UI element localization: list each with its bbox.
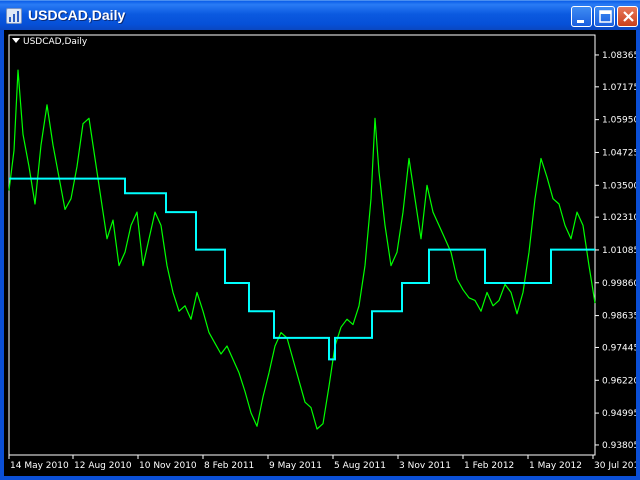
x-tick-label: 10 Nov 2010 [139,461,197,471]
x-tick-label: 12 Aug 2010 [74,461,132,471]
price-series-line [8,69,596,430]
y-tick-label: 0.97445 [602,343,636,353]
x-tick-label: 30 Jul 2012 [594,461,636,471]
y-tick-label: 1.01085 [602,246,636,256]
window-title: USDCAD,Daily [28,7,126,23]
y-tick-label: 1.04725 [602,148,636,158]
x-tick-label: 9 May 2011 [269,461,322,471]
x-tick-label: 3 Nov 2011 [399,461,451,471]
window-frame-right[interactable] [636,30,640,480]
minimize-icon [577,20,584,23]
chart-app-icon[interactable] [6,8,22,24]
x-tick-label: 14 May 2010 [10,461,69,471]
x-tick-label: 1 Feb 2012 [464,461,514,471]
close-button[interactable] [617,6,638,27]
chart-symbol-label[interactable]: USDCAD,Daily [12,37,87,47]
dropdown-triangle-icon [12,38,20,43]
y-tick-label: 1.02310 [602,213,636,223]
y-tick-label: 0.96220 [602,376,636,386]
price-chart[interactable]: 1.08365 1.07175 1.05950 1.04725 1.03500 1.023… [4,30,636,476]
y-tick-label: 0.98635 [602,312,636,322]
y-tick-label: 1.05950 [602,116,636,126]
close-icon [623,11,634,22]
x-tick-label: 8 Feb 2011 [204,461,254,471]
minimize-button[interactable] [571,6,592,27]
y-tick-label: 1.08365 [602,51,636,61]
y-tick-label: 0.93805 [602,441,636,451]
x-tick-label: 1 May 2012 [529,461,582,471]
step-series-line [9,177,595,361]
chart-symbol-text: USDCAD,Daily [23,37,88,47]
y-tick-label: 0.94995 [602,409,636,419]
title-bar[interactable]: USDCAD,Daily [0,0,640,30]
chart-area[interactable]: 1.08365 1.07175 1.05950 1.04725 1.03500 1.023… [4,30,636,476]
y-tick-label: 1.07175 [602,83,636,93]
maximize-button[interactable] [594,6,615,27]
y-tick-label: 0.99860 [602,279,636,289]
y-tick-label: 1.03500 [602,181,636,191]
window-frame-bottom[interactable] [0,476,640,480]
maximize-icon [599,10,612,23]
x-tick-label: 5 Aug 2011 [334,461,386,471]
